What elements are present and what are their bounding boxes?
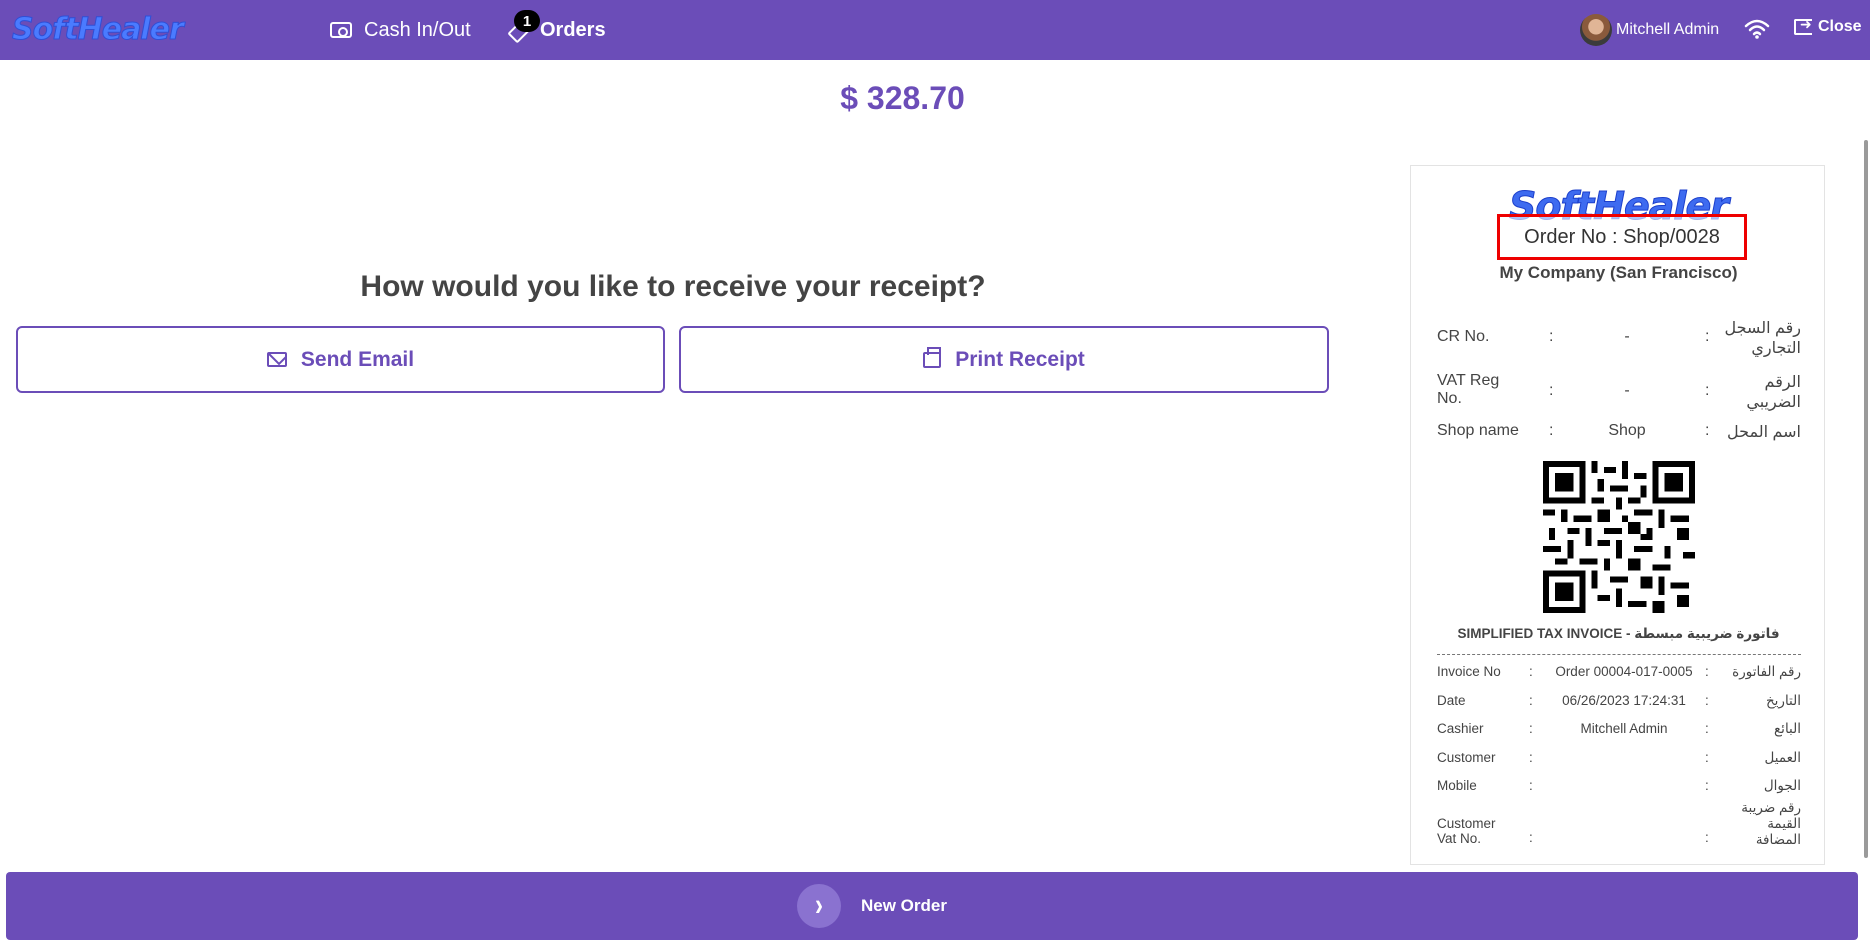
separator: : (1705, 778, 1709, 793)
avatar (1580, 14, 1612, 46)
order-number: Order No : Shop/0028 (1497, 214, 1747, 260)
cash-in-out-button[interactable]: Cash In/Out (330, 0, 471, 60)
info-arabic-label: رقم السجل التجاري (1724, 320, 1801, 357)
detail-row-vat: Customer Vat No. : : رقم ضريبة القيمة ال… (1437, 800, 1801, 864)
detail-label: Customer Vat No. (1437, 816, 1496, 846)
separator: : (1705, 693, 1709, 708)
detail-value: Order 00004-017-0005 (1555, 664, 1693, 679)
cash-in-out-label: Cash In/Out (364, 18, 471, 41)
detail-arabic-label: الجوال (1763, 778, 1801, 793)
separator: : (1705, 830, 1709, 845)
orders-label: Orders (540, 18, 606, 41)
info-arabic-label: اسم المحل (1727, 424, 1801, 441)
cash-icon (330, 22, 352, 38)
send-email-label: Send Email (300, 347, 415, 371)
separator: : (1529, 830, 1533, 845)
separator: : (1549, 382, 1554, 399)
detail-label: Customer (1437, 750, 1496, 765)
company-name: My Company (San Francisco) (1499, 263, 1738, 282)
user-menu[interactable]: Mitchell Admin (1580, 14, 1719, 46)
info-label: VAT Reg No. (1437, 372, 1500, 407)
separator: : (1549, 422, 1554, 439)
envelope-icon (266, 352, 287, 367)
detail-label: Mobile (1437, 778, 1477, 793)
detail-row-mobile: Mobile : : الجوال (1437, 778, 1801, 798)
detail-arabic-label: البائع (1774, 721, 1801, 736)
info-label: CR No. (1437, 328, 1490, 345)
send-email-button[interactable]: Send Email (16, 326, 665, 393)
dashed-divider (1437, 654, 1801, 655)
receipt-scrollbar[interactable] (1864, 140, 1868, 858)
separator: : (1705, 382, 1710, 399)
detail-row-date: Date : 06/26/2023 17:24:31 : التاريخ (1437, 693, 1801, 713)
tax-invoice-title: SIMPLIFIED TAX INVOICE - فاتورة ضريبية م… (1457, 626, 1780, 641)
detail-value: 06/26/2023 17:24:31 (1562, 693, 1686, 708)
print-receipt-button[interactable]: Print Receipt (679, 326, 1329, 393)
chevron-right-icon: › (797, 884, 841, 928)
orders-count-badge: 1 (514, 10, 540, 32)
info-value: - (1624, 328, 1630, 345)
separator: : (1529, 778, 1533, 793)
separator: : (1705, 750, 1709, 765)
info-arabic-label: الرقم الضريبي (1746, 374, 1801, 411)
info-label: Shop name (1437, 422, 1519, 439)
detail-arabic-label: رقم ضريبة القيمة المضافة (1741, 800, 1801, 847)
detail-row-invoice: Invoice No : Order 00004-017-0005 : رقم … (1437, 664, 1801, 684)
detail-label: Cashier (1437, 721, 1484, 736)
qr-code (1543, 461, 1695, 613)
detail-label: Invoice No (1437, 664, 1501, 679)
info-value: - (1624, 382, 1630, 399)
separator: : (1529, 750, 1533, 765)
info-row-vat: VAT Reg No. : - : الرقم الضريبي (1437, 372, 1801, 412)
detail-arabic-label: العميل (1764, 750, 1801, 765)
printer-icon (923, 346, 942, 368)
print-receipt-label: Print Receipt (955, 347, 1085, 371)
detail-label: Date (1437, 693, 1466, 708)
new-order-label: New Order (861, 896, 947, 915)
receipt-question: How would you like to receive your recei… (360, 270, 986, 303)
user-name: Mitchell Admin (1616, 21, 1720, 38)
separator: : (1529, 664, 1533, 679)
detail-row-customer: Customer : : العميل (1437, 750, 1801, 770)
info-value: Shop (1608, 422, 1646, 439)
detail-arabic-label: التاريخ (1765, 693, 1801, 708)
separator: : (1705, 422, 1710, 439)
separator: : (1529, 693, 1533, 708)
order-total: $ 328.70 (0, 80, 1870, 117)
receipt-preview: SoftHealer Order No : Shop/0028 My Compa… (1410, 165, 1825, 865)
separator: : (1705, 721, 1709, 736)
softhealer-logo: SoftHealer (12, 12, 185, 48)
separator: : (1705, 664, 1709, 679)
detail-row-cashier: Cashier : Mitchell Admin : البائع (1437, 721, 1801, 741)
info-row-cr: CR No. : - : رقم السجل التجاري (1437, 318, 1801, 358)
separator: : (1705, 328, 1710, 345)
order-total-amount: $ 328.70 (840, 80, 965, 116)
separator: : (1529, 721, 1533, 736)
close-button[interactable]: Close (1794, 16, 1862, 36)
wifi-icon (1744, 19, 1770, 39)
detail-value: Mitchell Admin (1580, 721, 1668, 736)
info-row-shop: Shop name : Shop : اسم المحل (1437, 422, 1801, 446)
top-bar: SoftHealer Cash In/Out Orders 1 Mitchell… (0, 0, 1870, 60)
close-label: Close (1818, 18, 1862, 35)
sign-out-icon (1794, 16, 1812, 35)
separator: : (1549, 328, 1554, 345)
new-order-button[interactable]: › New Order (6, 872, 1858, 940)
detail-arabic-label: رقم الفاتورة (1732, 664, 1801, 679)
